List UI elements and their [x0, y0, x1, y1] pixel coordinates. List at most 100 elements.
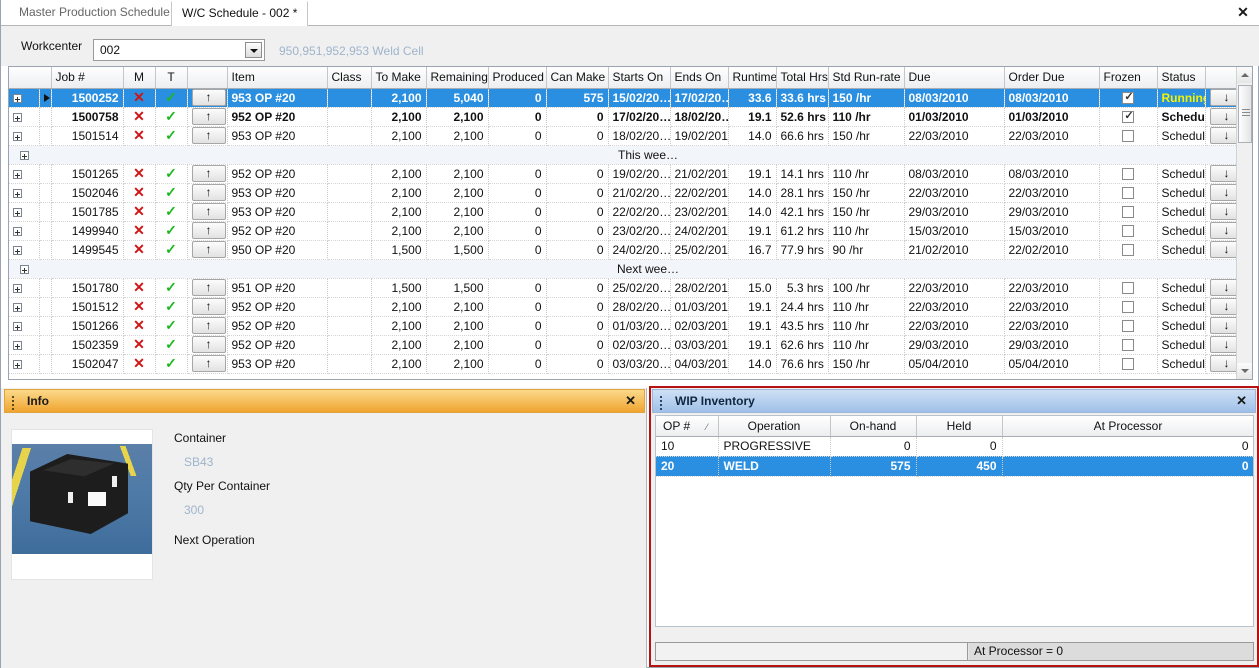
- cell-produced[interactable]: 0: [488, 126, 547, 146]
- drag-handle-icon[interactable]: [660, 396, 662, 408]
- cell-t-flag[interactable]: ✓: [155, 107, 188, 127]
- table-row[interactable]: 1500758 ✕ ✓ ↑ 952 OP #20 2,100 2,100 0 0 17/02/20…: [9, 107, 1246, 127]
- cell-total-hrs[interactable]: 66.6 hrs: [776, 126, 829, 146]
- wip-table-row[interactable]: 20 WELD 575 450 0: [656, 456, 1253, 477]
- cell-frozen[interactable]: [1099, 202, 1158, 222]
- cell-ends-on[interactable]: 03/03/201…: [670, 335, 729, 355]
- cell-frozen[interactable]: [1099, 354, 1158, 374]
- cell-ends-on[interactable]: 25/02/201…: [670, 240, 729, 260]
- row-expander-cell[interactable]: [9, 316, 40, 336]
- cell-runtime[interactable]: 19.1: [728, 335, 777, 355]
- cell-can-make[interactable]: 0: [546, 240, 609, 260]
- cell-frozen[interactable]: [1099, 297, 1158, 317]
- cross-icon[interactable]: ✕: [133, 108, 145, 124]
- cell-total-hrs[interactable]: 62.6 hrs: [776, 335, 829, 355]
- cell-can-make[interactable]: 575: [546, 88, 609, 108]
- cell-class[interactable]: [327, 278, 372, 298]
- cell-produced[interactable]: 0: [488, 297, 547, 317]
- cell-m-flag[interactable]: ✕: [123, 278, 156, 298]
- close-icon[interactable]: ✕: [625, 393, 636, 409]
- cell-starts-on[interactable]: 02/03/20…: [608, 335, 671, 355]
- move-up-button[interactable]: ↑: [191, 336, 226, 353]
- scroll-up-icon[interactable]: [1237, 67, 1252, 83]
- cell-runtime[interactable]: 19.1: [728, 221, 777, 241]
- cell-produced[interactable]: 0: [488, 88, 547, 108]
- cell-t-flag[interactable]: ✓: [155, 278, 188, 298]
- cell-frozen[interactable]: [1099, 107, 1158, 127]
- cell-status[interactable]: Scheduled: [1157, 221, 1206, 241]
- cell-can-make[interactable]: 0: [546, 221, 609, 241]
- cell-m-flag[interactable]: ✕: [123, 240, 156, 260]
- cell-to-make[interactable]: 2,100: [371, 202, 427, 222]
- cell-status[interactable]: Scheduled: [1157, 107, 1206, 127]
- cell-due-date[interactable]: 21/02/2010: [904, 240, 1005, 260]
- cell-item[interactable]: 952 OP #20: [227, 335, 328, 355]
- cell-class[interactable]: [327, 354, 372, 374]
- cell-can-make[interactable]: 0: [546, 297, 609, 317]
- cell-due-date[interactable]: 22/03/2010: [904, 126, 1005, 146]
- cell-m-flag[interactable]: ✕: [123, 126, 156, 146]
- wip-col-operation[interactable]: Operation: [718, 416, 831, 437]
- cell-to-make[interactable]: 2,100: [371, 316, 427, 336]
- col-t[interactable]: T: [155, 67, 188, 89]
- cell-move-up[interactable]: ↑: [187, 335, 228, 355]
- move-up-button[interactable]: ↑: [191, 222, 226, 239]
- workcenter-select[interactable]: 002: [93, 39, 265, 61]
- cell-class[interactable]: [327, 107, 372, 127]
- cell-job-number[interactable]: 1502046: [51, 183, 124, 203]
- table-row[interactable]: 1501780 ✕ ✓ ↑ 951 OP #20 1,500 1,500 0 0 25/02/20…: [9, 278, 1246, 298]
- cell-frozen[interactable]: [1099, 316, 1158, 336]
- check-icon[interactable]: ✓: [165, 89, 177, 105]
- cell-order-due-date[interactable]: 15/03/2010: [1004, 221, 1100, 241]
- expand-icon[interactable]: [19, 264, 29, 274]
- cell-ends-on[interactable]: 28/02/201…: [670, 278, 729, 298]
- cell-status[interactable]: Scheduled: [1157, 126, 1206, 146]
- col-class[interactable]: Class: [327, 67, 372, 89]
- cell-due-date[interactable]: 01/03/2010: [904, 107, 1005, 127]
- cell-std-run-rate[interactable]: 110 /hr: [828, 316, 905, 336]
- cell-starts-on[interactable]: 19/02/20…: [608, 164, 671, 184]
- cell-ends-on[interactable]: 04/03/201…: [670, 354, 729, 374]
- cell-remaining[interactable]: 2,100: [426, 297, 489, 317]
- cell-m-flag[interactable]: ✕: [123, 316, 156, 336]
- cell-remaining[interactable]: 2,100: [426, 164, 489, 184]
- cell-remaining[interactable]: 2,100: [426, 107, 489, 127]
- check-icon[interactable]: ✓: [165, 203, 177, 219]
- cell-starts-on[interactable]: 15/02/20…: [608, 88, 671, 108]
- cell-status[interactable]: Scheduled: [1157, 164, 1206, 184]
- row-expander-cell[interactable]: [9, 335, 40, 355]
- move-up-button[interactable]: ↑: [191, 298, 226, 315]
- row-expander-cell[interactable]: [9, 107, 40, 127]
- cell-starts-on[interactable]: 21/02/20…: [608, 183, 671, 203]
- wip-cell-operation[interactable]: PROGRESSIVE: [718, 436, 831, 457]
- cell-item[interactable]: 952 OP #20: [227, 221, 328, 241]
- cell-frozen[interactable]: [1099, 164, 1158, 184]
- cell-item[interactable]: 953 OP #20: [227, 88, 328, 108]
- cell-starts-on[interactable]: 25/02/20…: [608, 278, 671, 298]
- wip-col-at-processor[interactable]: At Processor: [1002, 416, 1253, 437]
- table-row[interactable]: 1502047 ✕ ✓ ↑ 953 OP #20 2,100 2,100 0 0 03/03/20…: [9, 354, 1246, 374]
- check-icon[interactable]: ✓: [165, 241, 177, 257]
- wip-cell-at-processor[interactable]: 0: [1002, 436, 1253, 457]
- frozen-checkbox[interactable]: [1122, 320, 1134, 333]
- row-expander-cell[interactable]: [9, 297, 40, 317]
- cell-class[interactable]: [327, 126, 372, 146]
- cross-icon[interactable]: ✕: [133, 298, 145, 314]
- cell-move-up[interactable]: ↑: [187, 221, 228, 241]
- cell-item[interactable]: 952 OP #20: [227, 316, 328, 336]
- table-row[interactable]: 1499545 ✕ ✓ ↑ 950 OP #20 1,500 1,500 0 0 24/02/20…: [9, 240, 1246, 260]
- frozen-checkbox[interactable]: [1122, 90, 1135, 105]
- cell-to-make[interactable]: 2,100: [371, 354, 427, 374]
- grid-vertical-scrollbar[interactable]: [1236, 67, 1252, 379]
- cell-ends-on[interactable]: 19/02/201…: [670, 126, 729, 146]
- cell-produced[interactable]: 0: [488, 221, 547, 241]
- cell-starts-on[interactable]: 17/02/20…: [608, 107, 671, 127]
- scrollbar-thumb[interactable]: [1238, 85, 1252, 143]
- cell-to-make[interactable]: 2,100: [371, 297, 427, 317]
- cell-produced[interactable]: 0: [488, 164, 547, 184]
- check-icon[interactable]: ✓: [165, 298, 177, 314]
- col-produced[interactable]: Produced: [488, 67, 547, 89]
- row-expander-cell[interactable]: [9, 354, 40, 374]
- cell-runtime[interactable]: 14.0: [728, 126, 777, 146]
- cell-ends-on[interactable]: 01/03/201…: [670, 297, 729, 317]
